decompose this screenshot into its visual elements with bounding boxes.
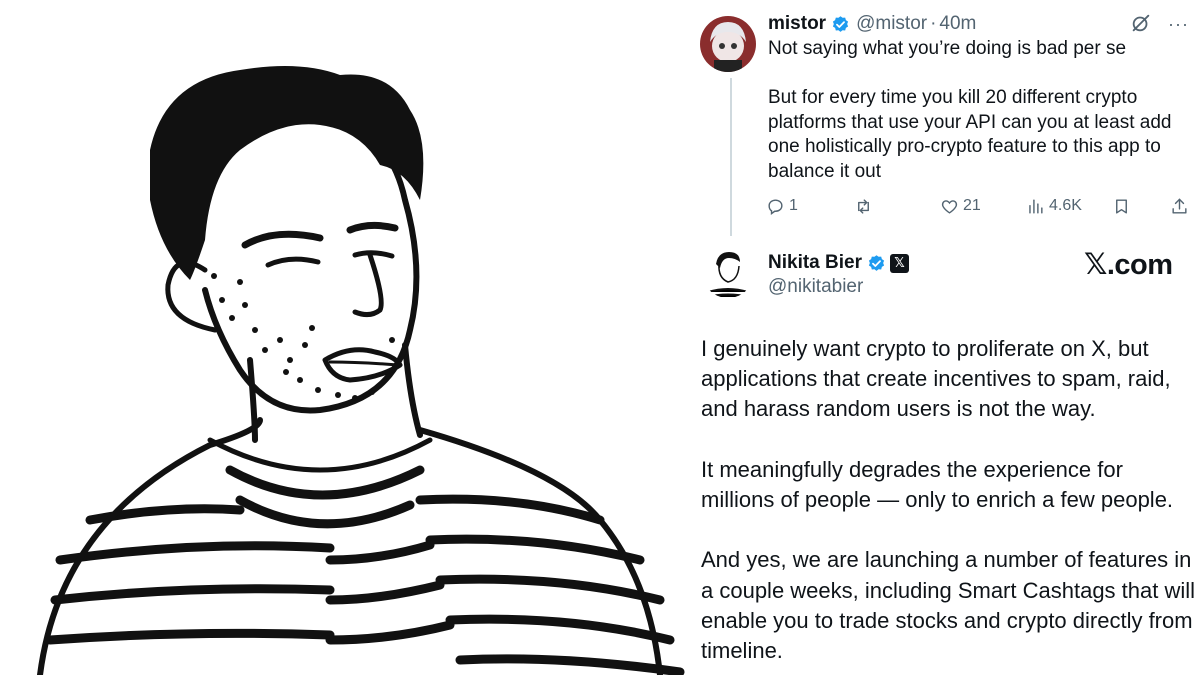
tweet-paragraph: And yes, we are launching a number of fe… [701,547,1196,663]
reply-header: mistor @mistor · 40m [768,12,976,36]
thread-connector-line [730,78,732,236]
verified-badge-icon [831,15,850,34]
tweet-paragraph: I genuinely want crypto to proliferate o… [701,336,1171,422]
display-name[interactable]: mistor [768,13,826,35]
reply-tweet-text: Not saying what you’re doing is bad per … [768,38,1172,182]
grok-icon[interactable] [1130,12,1152,34]
x-affiliate-badge-icon: 𝕏 [889,253,909,273]
tweet-thread: mistor @mistor · 40m ··· Not saying what… [690,0,1200,675]
reply-count: 1 [789,197,798,214]
main-tweet-header: Nikita Bier 𝕏 @nikitabier [768,250,909,298]
avatar[interactable] [700,16,756,72]
main-tweet-text: I genuinely want crypto to proliferate o… [701,334,1197,675]
reply-icon [768,198,783,215]
repost-icon [858,198,869,214]
more-icon[interactable]: ··· [1168,14,1192,34]
bookmark-button[interactable] [1112,193,1135,219]
views-icon [1029,198,1043,214]
like-button[interactable]: 21 [940,193,981,219]
handle[interactable]: @mistor [856,13,927,35]
illustration-man-striped-shirt [0,0,690,675]
views-count: 4.6K [1049,197,1082,214]
like-icon [941,199,958,214]
reply-button[interactable]: 1 [766,193,798,219]
share-icon [1172,198,1187,214]
handle[interactable]: @nikitabier [768,276,909,298]
verified-badge-icon [867,254,886,273]
share-button[interactable] [1170,193,1193,219]
tweet-paragraph: It meaningfully degrades the experience … [701,456,1174,512]
bookmark-icon [1116,198,1127,214]
timestamp[interactable]: 40m [939,13,976,35]
display-name[interactable]: Nikita Bier [768,252,862,274]
separator-dot: · [930,13,937,34]
repost-button[interactable] [854,193,877,219]
x-com-watermark: 𝕏.com [1084,249,1173,281]
views-button[interactable]: 4.6K [1026,193,1082,219]
tweet-actions: 1 21 4.6K [766,193,1196,219]
avatar[interactable] [702,246,754,298]
like-count: 21 [963,197,981,214]
